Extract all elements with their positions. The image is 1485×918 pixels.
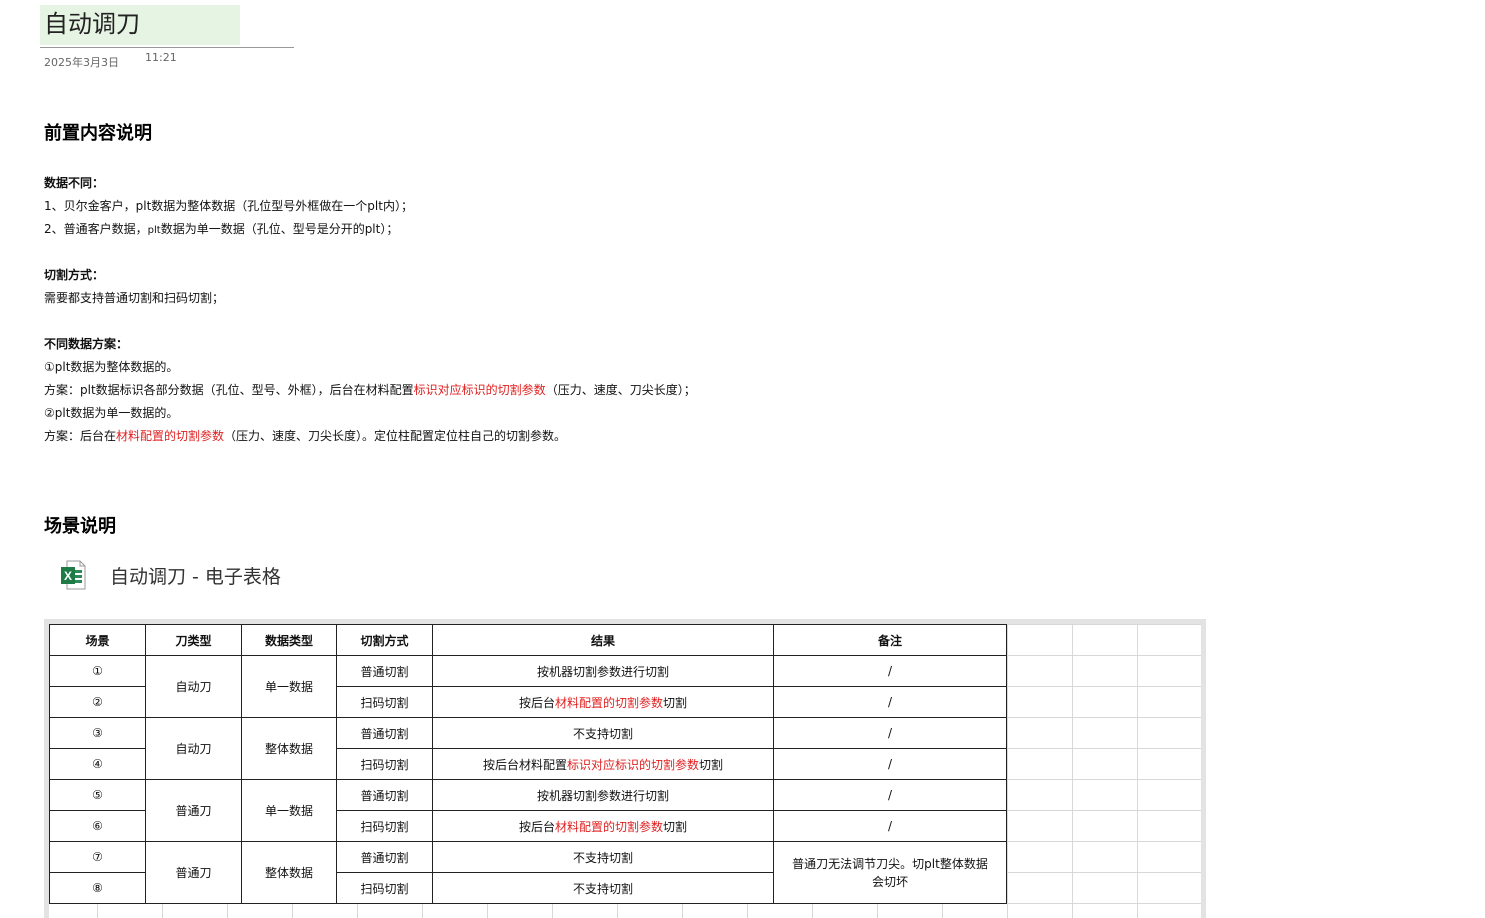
header-scene: 场景 [49, 624, 146, 656]
cell-cut-method: 普通切割 [336, 779, 433, 811]
cell-note: / [773, 655, 1007, 687]
section-heading-scenarios: 场景说明 [44, 516, 116, 537]
cut-method-label: 切割方式： [44, 268, 105, 282]
cell-result: 不支持切割 [432, 841, 774, 873]
cell-scene: ① [49, 655, 146, 687]
cell-cut-method: 扫码切割 [336, 686, 433, 718]
header-cut-method: 切割方式 [336, 624, 433, 656]
cell-data-type: 整体数据 [241, 717, 337, 780]
plan-1-detail: 方案：plt数据标识各部分数据（孔位、型号、外框），后台在材料配置标识对应标识的… [44, 383, 696, 397]
cell-note: / [773, 779, 1007, 811]
cell-note-merged: 普通刀无法调节刀尖。切plt整体数据 会切坏 [773, 841, 1007, 904]
cell-scene: ④ [49, 748, 146, 780]
cell-knife-type: 普通刀 [145, 779, 242, 842]
cell-data-type: 单一数据 [241, 655, 337, 718]
cell-note: / [773, 748, 1007, 780]
excel-icon[interactable]: X [60, 560, 86, 590]
cut-method-text: 需要都支持普通切割和扫码切割； [44, 291, 225, 305]
data-diff-item-2: 2、普通客户数据，plt数据为单一数据（孔位、型号是分开的plt）； [44, 222, 399, 236]
spreadsheet-attachment[interactable]: X 自动调刀 - 电子表格 [60, 559, 281, 591]
cell-scene: ⑥ [49, 810, 146, 842]
cell-result: 不支持切割 [432, 717, 774, 749]
header-data-type: 数据类型 [241, 624, 337, 656]
cell-scene: ⑧ [49, 872, 146, 904]
cell-result: 按机器切割参数进行切割 [432, 655, 774, 687]
cell-cut-method: 普通切割 [336, 841, 433, 873]
table-row: ⑦ 普通刀 整体数据 普通切割 不支持切割 普通刀无法调节刀尖。切plt整体数据… [49, 841, 1007, 904]
attachment-name[interactable]: 自动调刀 - 电子表格 [110, 562, 281, 589]
svg-text:X: X [64, 569, 72, 583]
cell-cut-method: 扫码切割 [336, 872, 433, 904]
cell-cut-method: 普通切割 [336, 655, 433, 687]
cell-result: 按后台材料配置标识对应标识的切割参数切割 [432, 748, 774, 780]
cell-note: / [773, 686, 1007, 718]
header-result: 结果 [432, 624, 774, 656]
cell-result: 按后台材料配置的切割参数切割 [432, 686, 774, 718]
plan-2-title: ②plt数据为单一数据的。 [44, 406, 179, 420]
page-time: 11:21 [145, 51, 177, 64]
cell-cut-method: 普通切割 [336, 717, 433, 749]
cell-result: 按机器切割参数进行切割 [432, 779, 774, 811]
prerequisites-body: 数据不同： 1、贝尔金客户，plt数据为整体数据（孔位型号外框做在一个plt内）… [44, 172, 696, 448]
cell-data-type: 整体数据 [241, 841, 337, 904]
table-row: ⑤ 普通刀 单一数据 普通切割 按机器切割参数进行切割 / [49, 779, 1007, 842]
table-header-row: 场景 刀类型 数据类型 切割方式 结果 备注 [49, 624, 1007, 656]
cell-knife-type: 普通刀 [145, 841, 242, 904]
data-diff-item-1: 1、贝尔金客户，plt数据为整体数据（孔位型号外框做在一个plt内）； [44, 199, 413, 213]
scenario-table: 场景 刀类型 数据类型 切割方式 结果 备注 ① 自动刀 单一数据 普通切割 按… [49, 624, 1007, 904]
cell-result: 不支持切割 [432, 872, 774, 904]
cell-data-type: 单一数据 [241, 779, 337, 842]
header-knife-type: 刀类型 [145, 624, 242, 656]
title-underline [40, 47, 294, 48]
cell-knife-type: 自动刀 [145, 717, 242, 780]
plan-1-title: ①plt数据为整体数据的。 [44, 360, 179, 374]
cell-scene: ③ [49, 717, 146, 749]
cell-cut-method: 扫码切割 [336, 748, 433, 780]
cell-scene: ⑤ [49, 779, 146, 811]
page-title[interactable]: 自动调刀 [44, 9, 140, 39]
plan-label: 不同数据方案： [44, 337, 129, 351]
cell-knife-type: 自动刀 [145, 655, 242, 718]
embedded-spreadsheet[interactable]: 场景 刀类型 数据类型 切割方式 结果 备注 ① 自动刀 单一数据 普通切割 按… [44, 619, 1206, 918]
header-note: 备注 [773, 624, 1007, 656]
table-row: ① 自动刀 单一数据 普通切割 按机器切割参数进行切割 / [49, 655, 1007, 718]
plan-2-detail: 方案：后台在材料配置的切割参数（压力、速度、刀尖长度）。定位柱配置定位柱自己的切… [44, 429, 567, 443]
cell-note: / [773, 810, 1007, 842]
table-row: ③ 自动刀 整体数据 普通切割 不支持切割 / [49, 717, 1007, 780]
cell-note: / [773, 717, 1007, 749]
cell-scene: ② [49, 686, 146, 718]
page-date: 2025年3月3日 [44, 56, 119, 69]
cell-cut-method: 扫码切割 [336, 810, 433, 842]
cell-result: 按后台材料配置的切割参数切割 [432, 810, 774, 842]
data-diff-label: 数据不同： [44, 176, 105, 190]
section-heading-prerequisites: 前置内容说明 [44, 123, 152, 144]
cell-scene: ⑦ [49, 841, 146, 873]
